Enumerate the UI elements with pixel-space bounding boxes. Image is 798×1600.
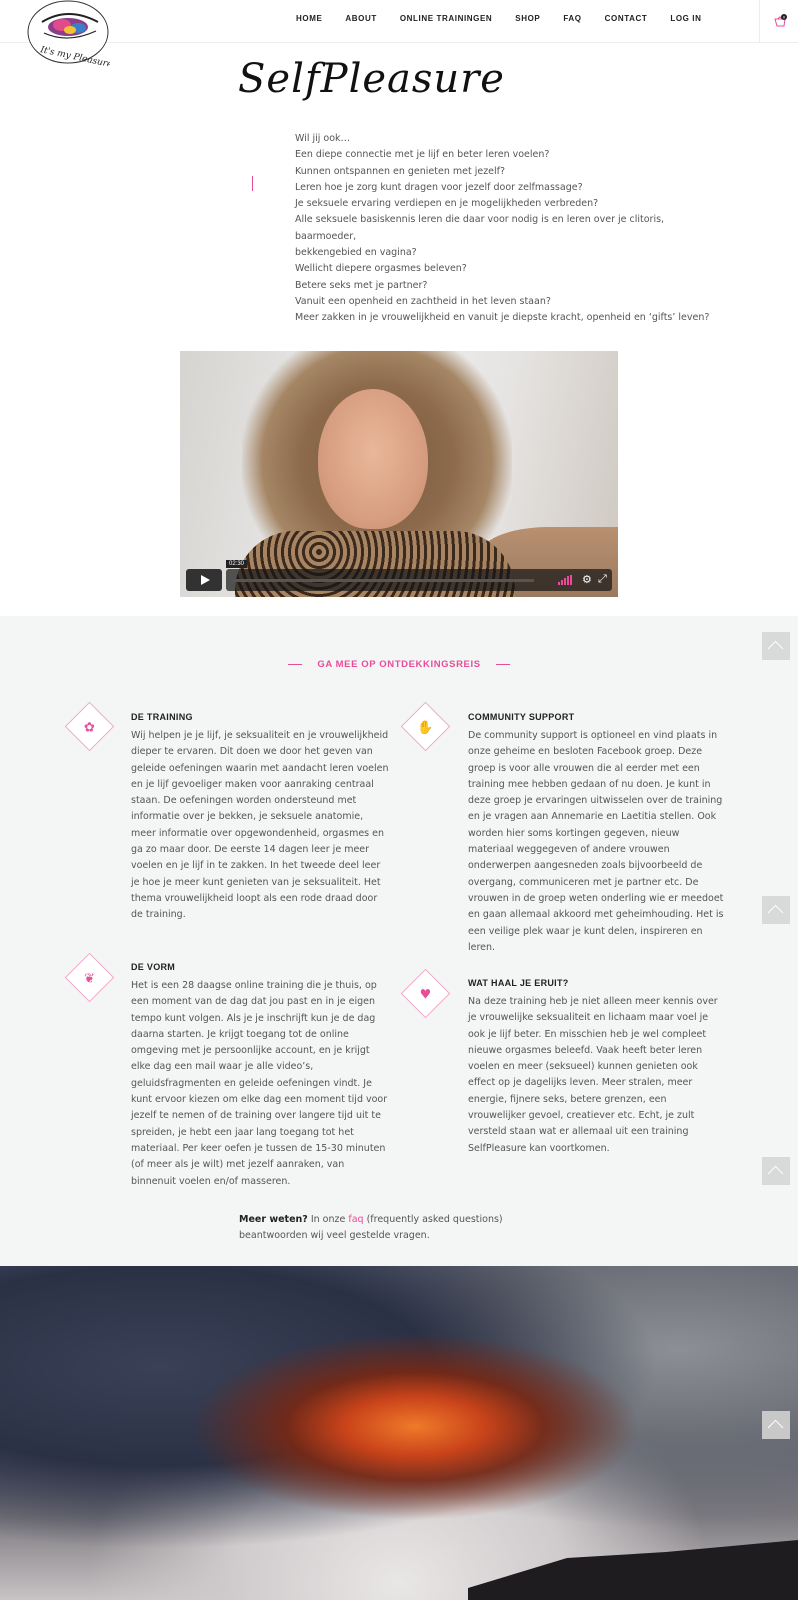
intro-line: Meer zakken in je vrouwelijkheid en vanu… (295, 312, 710, 324)
nav-online-trainingen[interactable]: ONLINE TRAININGEN (400, 14, 492, 23)
features-section: GA MEE OP ONTDEKKINGSREIS ✿ DE TRAINING … (0, 616, 798, 1266)
feature-title: COMMUNITY SUPPORT (468, 712, 575, 722)
volume-icon[interactable] (558, 575, 572, 585)
intro-line: Vanuit een openheid en zachtheid in het … (295, 295, 551, 307)
heading-line-left (288, 664, 303, 665)
intro-line: Betere seks met je partner? (295, 279, 428, 291)
video-progress-bar[interactable]: ⚙ ⤢ (226, 569, 612, 591)
nav-faq[interactable]: FAQ (563, 14, 581, 23)
feature-title: DE VORM (131, 962, 176, 972)
meer-weten-text: Meer weten? In onze faq (frequently aske… (239, 1212, 569, 1245)
feature-training: DE TRAINING Wij helpen je je lijf, je se… (131, 712, 389, 924)
scroll-to-top-button[interactable] (762, 896, 790, 924)
scroll-to-top-button[interactable] (762, 1411, 790, 1439)
nav-log-in[interactable]: LOG IN (670, 14, 701, 23)
video-time: 02:30 (226, 560, 248, 568)
cart-icon[interactable]: 0 (773, 14, 787, 28)
feature-de-vorm: DE VORM Het is een 28 daagse online trai… (131, 962, 389, 1190)
intro-line: Je seksuele ervaring verdiepen en je mog… (295, 198, 599, 210)
flower-icon: ✿ (64, 701, 115, 752)
fullscreen-icon[interactable]: ⤢ (598, 572, 607, 586)
feature-text: Het is een 28 daagse online training die… (131, 980, 388, 1187)
features-heading: GA MEE OP ONTDEKKINGSREIS (0, 654, 798, 673)
features-heading-text: GA MEE OP ONTDEKKINGSREIS (317, 659, 481, 670)
faq-link[interactable]: faq (348, 1214, 363, 1225)
intro-accent-bar (252, 176, 253, 191)
volcano-image (0, 1266, 798, 1600)
feature-title: DE TRAINING (131, 712, 193, 722)
heading-line-right (495, 664, 510, 665)
feature-title: WAT HAAL JE ERUIT? (468, 978, 569, 988)
video-player[interactable]: 02:30 ⚙ ⤢ (180, 351, 618, 597)
intro-line: Alle seksuele basiskennis leren die daar… (295, 214, 665, 242)
nav-about[interactable]: ABOUT (345, 14, 376, 23)
feature-text: Na deze training heb je niet alleen meer… (468, 996, 718, 1154)
intro-line: Kunnen ontspannen en genieten met jezelf… (295, 165, 506, 177)
intro-line: Een diepe connectie met je lijf en beter… (295, 149, 550, 161)
site-header: It's my Pleasure HOME ABOUT ONLINE TRAIN… (0, 0, 798, 66)
play-button[interactable] (186, 569, 222, 591)
scroll-to-top-button[interactable] (762, 1157, 790, 1185)
leaf-icon: ❦ (64, 952, 115, 1003)
scroll-to-top-button[interactable] (762, 632, 790, 660)
meer-weten-pre: In onze (307, 1214, 349, 1225)
feature-community-support: COMMUNITY SUPPORT De community support i… (468, 712, 726, 956)
volcano-ridge (468, 1540, 798, 1600)
video-progress-track (234, 579, 534, 582)
logo[interactable]: It's my Pleasure (26, 0, 110, 66)
feature-text: Wij helpen je je lijf, je seksualiteit e… (131, 730, 389, 921)
hands-icon: ✋ (400, 701, 451, 752)
intro-line: Wil jij ook… (295, 133, 351, 144)
video-person-face (318, 389, 428, 529)
heart-icon: ♥ (400, 968, 451, 1019)
feature-text: De community support is optioneel en vin… (468, 730, 724, 953)
nav-home[interactable]: HOME (296, 14, 322, 23)
feature-wat-haal-je-eruit: WAT HAAL JE ERUIT? Na deze training heb … (468, 978, 726, 1157)
intro-line: Leren hoe je zorg kunt dragen voor jezel… (295, 181, 583, 193)
video-controls: 02:30 ⚙ ⤢ (186, 560, 612, 591)
intro-text: Wil jij ook… Een diepe connectie met je … (295, 131, 725, 327)
intro-line: bekkengebied en vagina? (295, 247, 417, 259)
intro-line: Wellicht diepere orgasmes beleven? (295, 263, 467, 275)
meer-weten-label: Meer weten? (239, 1214, 308, 1225)
main-nav: HOME ABOUT ONLINE TRAININGEN SHOP FAQ CO… (296, 14, 725, 23)
cart-divider (759, 0, 760, 43)
nav-contact[interactable]: CONTACT (605, 14, 648, 23)
page-title: SelfPleasure (238, 56, 505, 102)
nav-shop[interactable]: SHOP (515, 14, 540, 23)
settings-gear-icon[interactable]: ⚙ (582, 573, 592, 586)
